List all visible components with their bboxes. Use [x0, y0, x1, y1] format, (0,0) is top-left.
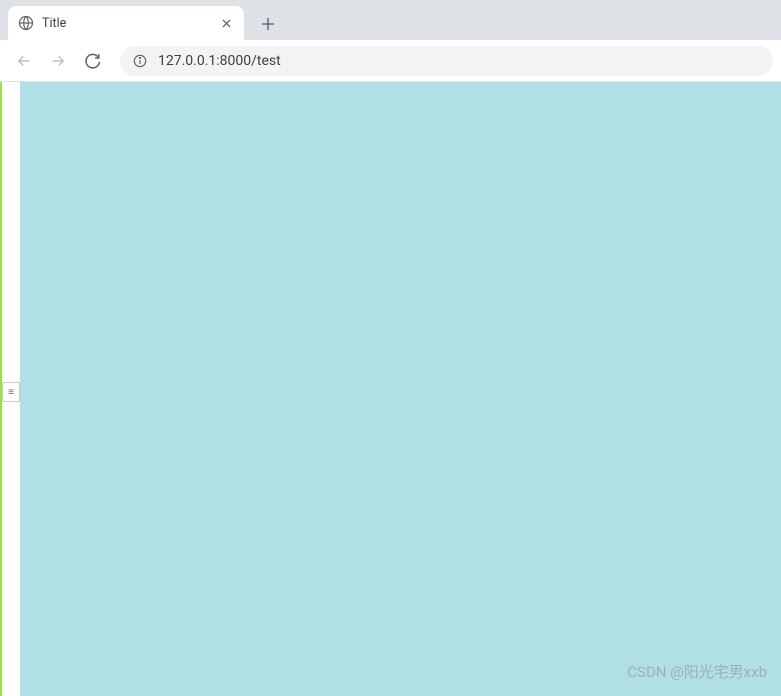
tab-title: Title	[42, 16, 210, 31]
url-text: 127.0.0.1:8000/test	[158, 53, 761, 69]
back-button[interactable]	[8, 45, 40, 77]
new-tab-button[interactable]	[254, 10, 282, 38]
page-body	[20, 82, 781, 696]
content-area: ≡ CSDN @阳光宅男xxb	[0, 82, 781, 696]
browser-tab[interactable]: Title	[8, 6, 244, 40]
globe-icon	[18, 15, 34, 31]
tab-strip: Title	[0, 0, 781, 40]
address-bar[interactable]: 127.0.0.1:8000/test	[120, 46, 773, 76]
sidebar-toggle[interactable]: ≡	[2, 382, 20, 402]
forward-button[interactable]	[42, 45, 74, 77]
reload-button[interactable]	[76, 45, 108, 77]
close-icon[interactable]	[218, 15, 234, 31]
toolbar: 127.0.0.1:8000/test	[0, 40, 781, 82]
browser-chrome: Title	[0, 0, 781, 82]
info-icon[interactable]	[132, 53, 148, 69]
